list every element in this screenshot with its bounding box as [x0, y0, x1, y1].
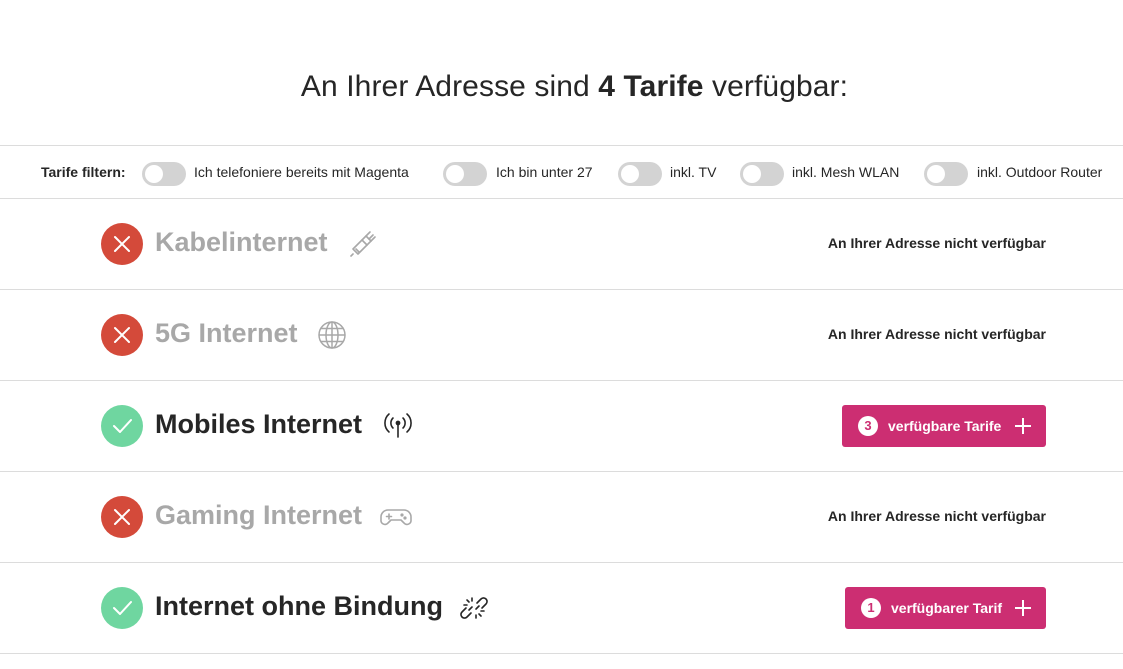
- available-check-icon: [101, 405, 143, 447]
- toggle-magenta-customer[interactable]: [142, 162, 186, 186]
- tariff-count-badge: 1: [861, 598, 881, 618]
- tariff-title: Gaming Internet: [155, 500, 363, 530]
- globe-icon: [318, 321, 346, 349]
- toggle-label-tv[interactable]: inkl. TV: [670, 164, 716, 180]
- tariff-title: 5G Internet: [155, 318, 298, 348]
- headline-suffix: verfügbar:: [703, 70, 849, 103]
- tariff-row-internet-ohne-bindung[interactable]: Internet ohne Bindung 1 verfügbarer Tari…: [0, 563, 1123, 653]
- tariff-row-gaming-internet[interactable]: Gaming Internet An Ihrer Adresse nicht v…: [0, 472, 1123, 562]
- toggle-label-outdoor-router[interactable]: inkl. Outdoor Router: [977, 164, 1102, 180]
- toggle-label-under-27[interactable]: Ich bin unter 27: [496, 164, 593, 180]
- cable-plug-icon: [350, 231, 376, 257]
- unavailable-x-icon: [101, 223, 143, 265]
- toggle-tv[interactable]: [618, 162, 662, 186]
- toggle-label-magenta-customer[interactable]: Ich telefoniere bereits mit Magenta: [194, 164, 409, 180]
- not-available-text: An Ihrer Adresse nicht verfügbar: [827, 508, 1046, 524]
- tariff-count-badge: 3: [858, 416, 878, 436]
- not-available-text: An Ihrer Adresse nicht verfügbar: [827, 235, 1046, 251]
- toggle-mesh-wlan[interactable]: [740, 162, 784, 186]
- headline-count: 4 Tarife: [598, 70, 704, 103]
- plus-icon: [1015, 600, 1031, 616]
- tariff-title: Kabelinternet: [155, 227, 328, 257]
- tariff-row-mobiles-internet[interactable]: Mobiles Internet 3 verfügbare Tarife: [0, 381, 1123, 471]
- available-tariffs-button[interactable]: 3 verfügbare Tarife: [842, 405, 1046, 447]
- tariff-row-5g-internet[interactable]: 5G Internet An Ihrer Adresse nicht verfü…: [0, 290, 1123, 380]
- available-tariff-button[interactable]: 1 verfügbarer Tarif: [845, 587, 1046, 629]
- unavailable-x-icon: [101, 314, 143, 356]
- headline-prefix: An Ihrer Adresse sind: [300, 70, 599, 103]
- toggle-label-mesh-wlan[interactable]: inkl. Mesh WLAN: [792, 164, 899, 180]
- toggle-under-27[interactable]: [443, 162, 487, 186]
- not-available-text: An Ihrer Adresse nicht verfügbar: [827, 326, 1046, 342]
- available-check-icon: [101, 587, 143, 629]
- broken-link-icon: [460, 597, 488, 619]
- filter-label: Tarife filtern:: [41, 164, 126, 180]
- divider: [0, 653, 1123, 654]
- tariff-row-kabelinternet[interactable]: Kabelinternet An Ihrer Adresse nicht ver…: [0, 199, 1123, 289]
- available-tariffs-label: verfügbare Tarife: [888, 418, 1002, 434]
- antenna-icon: [384, 413, 412, 438]
- filter-bar: Tarife filtern: Ich telefoniere bereits …: [0, 146, 1123, 198]
- plus-icon: [1015, 418, 1031, 434]
- available-tariff-label: verfügbarer Tarif: [891, 600, 1002, 616]
- tariff-title: Internet ohne Bindung: [155, 591, 443, 621]
- gamepad-icon: [380, 509, 412, 526]
- toggle-outdoor-router[interactable]: [924, 162, 968, 186]
- tariff-title: Mobiles Internet: [155, 409, 363, 439]
- page-title: An Ihrer Adresse sind 4 Tarife verfügbar…: [0, 70, 1123, 104]
- unavailable-x-icon: [101, 496, 143, 538]
